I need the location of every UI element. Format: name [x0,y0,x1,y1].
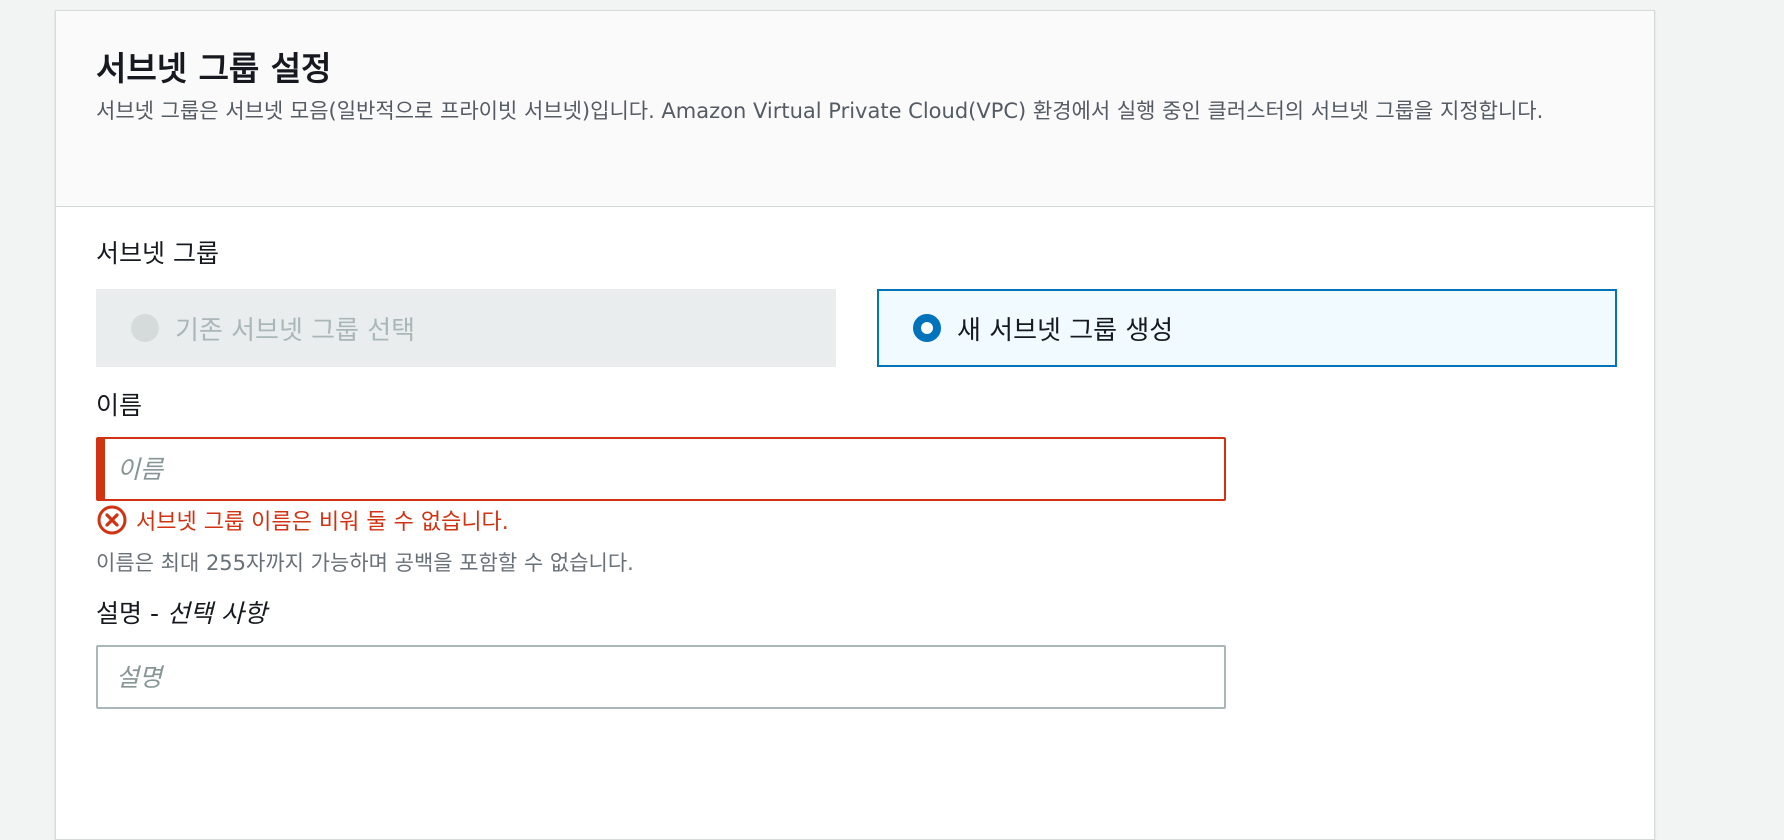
existing-subnet-group-label: 기존 서브넷 그룹 선택 [175,315,416,346]
section-description: 서브넷 그룹은 서브넷 모음(일반적으로 프라이빗 서브넷)입니다. Amazo… [96,99,1544,123]
name-input[interactable] [96,437,1226,501]
section-title: 서브넷 그룹 설정 [96,49,332,88]
new-subnet-group-option[interactable]: 새 서브넷 그룹 생성 [877,289,1617,367]
panel-header: 서브넷 그룹 설정 서브넷 그룹은 서브넷 모음(일반적으로 프라이빗 서브넷)… [56,11,1654,207]
description-label-text: 설명 [96,599,143,628]
name-label: 이름 [96,391,143,420]
new-subnet-group-label: 새 서브넷 그룹 생성 [957,315,1174,346]
name-error-message: 서브넷 그룹 이름은 비워 둘 수 없습니다. [96,504,509,536]
error-icon [97,505,127,535]
radio-checked-icon [913,314,941,342]
name-constraint-hint: 이름은 최대 255자까지 가능하며 공백을 포함할 수 없습니다. [96,551,634,575]
name-error-text: 서브넷 그룹 이름은 비워 둘 수 없습니다. [136,510,509,535]
subnet-group-settings-panel: 서브넷 그룹 설정 서브넷 그룹은 서브넷 모음(일반적으로 프라이빗 서브넷)… [55,10,1655,840]
optional-label: 선택 사항 [166,599,267,628]
description-label-separator: - [142,599,167,628]
description-input[interactable] [96,645,1226,709]
radio-unchecked-icon [131,314,159,342]
description-label: 설명 - 선택 사항 [96,597,267,631]
existing-subnet-group-option[interactable]: 기존 서브넷 그룹 선택 [96,289,836,367]
subnet-group-label: 서브넷 그룹 [96,239,219,268]
